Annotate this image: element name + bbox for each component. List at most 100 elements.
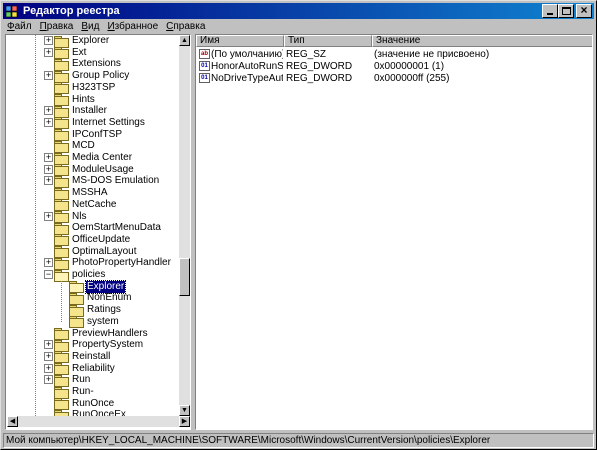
tree-item[interactable]: + Ext xyxy=(44,47,87,60)
expand-icon[interactable]: + xyxy=(44,71,53,81)
menu-favorites[interactable]: Избранное xyxy=(103,20,162,34)
close-button[interactable]: × xyxy=(576,3,592,18)
folder-icon xyxy=(54,58,69,71)
scroll-thumb[interactable] xyxy=(179,257,190,296)
folder-icon xyxy=(54,257,69,270)
tree-horizontal-scrollbar[interactable]: ◀ ▶ xyxy=(7,416,190,427)
tree-item[interactable]: RunOnceEx xyxy=(54,409,127,416)
tree-vertical-scrollbar[interactable]: ▲ ▼ xyxy=(179,35,190,416)
collapse-icon[interactable]: − xyxy=(44,270,53,279)
value-name: (По умолчанию) xyxy=(211,48,283,60)
tree-item-label: NonEnum xyxy=(87,292,132,304)
expand-icon[interactable]: + xyxy=(44,258,53,268)
value-type: REG_DWORD xyxy=(286,60,353,72)
expand-icon[interactable]: + xyxy=(44,176,53,186)
value-row[interactable]: 01NoDriveTypeAuto...REG_DWORD 0x000000ff … xyxy=(196,72,591,84)
menu-help[interactable]: Справка xyxy=(162,20,209,34)
tree-item[interactable]: + Media Center xyxy=(44,152,133,165)
tree-item[interactable]: Ratings xyxy=(69,304,122,317)
tree-item-label: Reinstall xyxy=(72,350,111,362)
registry-values-pane: Имя Тип Значение ab (По умолчанию) REG_SZ (… xyxy=(195,34,593,430)
tree-item[interactable]: RunOnce xyxy=(54,398,115,411)
tree-item[interactable]: IPConfTSP xyxy=(54,128,123,142)
tree-item[interactable]: MSSHA xyxy=(54,187,109,200)
tree-item[interactable]: Explorer xyxy=(69,279,127,294)
scroll-up-button[interactable]: ▲ xyxy=(179,35,190,46)
registry-key-tree[interactable]: + Explorer + Ext Extensions + Group Policy H323… xyxy=(7,35,179,416)
expand-icon[interactable]: + xyxy=(44,351,53,361)
tree-item-label: Ratings xyxy=(87,304,121,316)
expand-icon[interactable]: + xyxy=(44,164,53,174)
tree-item[interactable]: PreviewHandlers xyxy=(54,328,149,340)
column-header-value[interactable]: Значение xyxy=(372,35,592,47)
tree-item[interactable]: + Reinstall xyxy=(44,350,111,364)
scroll-down-button[interactable]: ▼ xyxy=(179,405,190,416)
minimize-button[interactable] xyxy=(542,4,558,18)
expand-icon[interactable]: + xyxy=(44,375,53,385)
folder-icon xyxy=(54,94,69,106)
expand-icon[interactable]: + xyxy=(44,211,53,221)
tree-item[interactable]: + Installer xyxy=(44,105,108,118)
column-header-type[interactable]: Тип xyxy=(284,35,372,47)
menu-file[interactable]: Файл xyxy=(3,20,36,34)
maximize-button[interactable] xyxy=(558,4,574,18)
expand-icon[interactable]: + xyxy=(44,153,53,162)
tree-item[interactable]: system xyxy=(69,315,120,329)
menu-view[interactable]: Вид xyxy=(77,20,103,34)
tree-item[interactable]: + Group Policy xyxy=(44,70,130,83)
expand-icon[interactable]: + xyxy=(44,363,53,373)
expand-icon[interactable]: + xyxy=(44,36,53,45)
value-name: NoDriveTypeAuto... xyxy=(211,72,283,84)
menu-edit[interactable]: Правка xyxy=(36,20,78,34)
string-value-icon: ab xyxy=(199,49,210,59)
column-header-name[interactable]: Имя xyxy=(196,35,284,47)
tree-item-label: PropertySystem xyxy=(72,339,144,351)
tree-item[interactable]: OfficeUpdate xyxy=(54,234,131,247)
folder-icon xyxy=(54,374,69,387)
scroll-right-button[interactable]: ▶ xyxy=(179,416,190,427)
tree-item-label: MS-DOS Emulation xyxy=(72,175,160,187)
expand-icon[interactable]: + xyxy=(44,117,53,127)
tree-item[interactable]: + ModuleUsage xyxy=(44,163,135,177)
tree-item[interactable]: + MS-DOS Emulation xyxy=(44,175,160,188)
tree-item[interactable]: + Explorer xyxy=(44,35,110,48)
tree-item-label: Nls xyxy=(72,210,87,222)
scroll-left-button[interactable]: ◀ xyxy=(7,416,18,427)
expand-icon[interactable]: + xyxy=(44,47,53,57)
tree-item[interactable]: + PropertySystem xyxy=(44,339,144,352)
tree-item-label: ModuleUsage xyxy=(72,163,134,175)
tree-item[interactable]: NetCache xyxy=(54,199,117,212)
tree-item[interactable]: MCD xyxy=(54,140,96,153)
tree-item[interactable]: + Nls xyxy=(44,210,87,223)
tree-item[interactable]: NonEnum xyxy=(69,292,132,305)
tree-item[interactable]: Hints xyxy=(54,94,96,106)
value-data: 0x00000001 (1) xyxy=(374,60,445,72)
folder-icon xyxy=(54,351,69,364)
folder-icon xyxy=(54,199,69,212)
folder-icon xyxy=(54,339,69,352)
tree-item[interactable]: + Reliability xyxy=(44,363,116,376)
tree-item-label: IPConfTSP xyxy=(72,128,123,140)
tree-item[interactable]: Extensions xyxy=(54,58,122,71)
value-row[interactable]: 01HonorAutoRunSet...REG_DWORD 0x00000001 … xyxy=(196,60,591,72)
folder-icon xyxy=(54,222,69,235)
folder-icon xyxy=(54,82,69,95)
value-row[interactable]: ab (По умолчанию) REG_SZ (значение не присв… xyxy=(196,48,591,60)
tree-item-label: Internet Settings xyxy=(72,116,145,128)
dword-value-icon: 01 xyxy=(199,61,210,71)
tree-item[interactable]: Run- xyxy=(54,386,95,399)
expand-icon[interactable]: + xyxy=(44,340,53,350)
tree-item[interactable]: + Run xyxy=(44,374,91,387)
tree-item-label: system xyxy=(87,315,119,327)
tree-item[interactable]: OptimalLayout xyxy=(54,246,137,259)
title-bar[interactable]: Редактор реестра × xyxy=(3,3,594,19)
tree-item[interactable]: + PhotoPropertyHandler xyxy=(44,257,172,270)
tree-item-label: MSSHA xyxy=(72,187,108,199)
tree-item[interactable]: + Internet Settings xyxy=(44,116,146,130)
expand-icon[interactable]: + xyxy=(44,106,53,116)
tree-item[interactable]: − policies xyxy=(44,269,106,282)
folder-icon xyxy=(54,152,69,165)
tree-item[interactable]: OemStartMenuData xyxy=(54,222,162,235)
tree-item[interactable]: H323TSP xyxy=(54,82,116,95)
folder-icon xyxy=(54,129,69,142)
